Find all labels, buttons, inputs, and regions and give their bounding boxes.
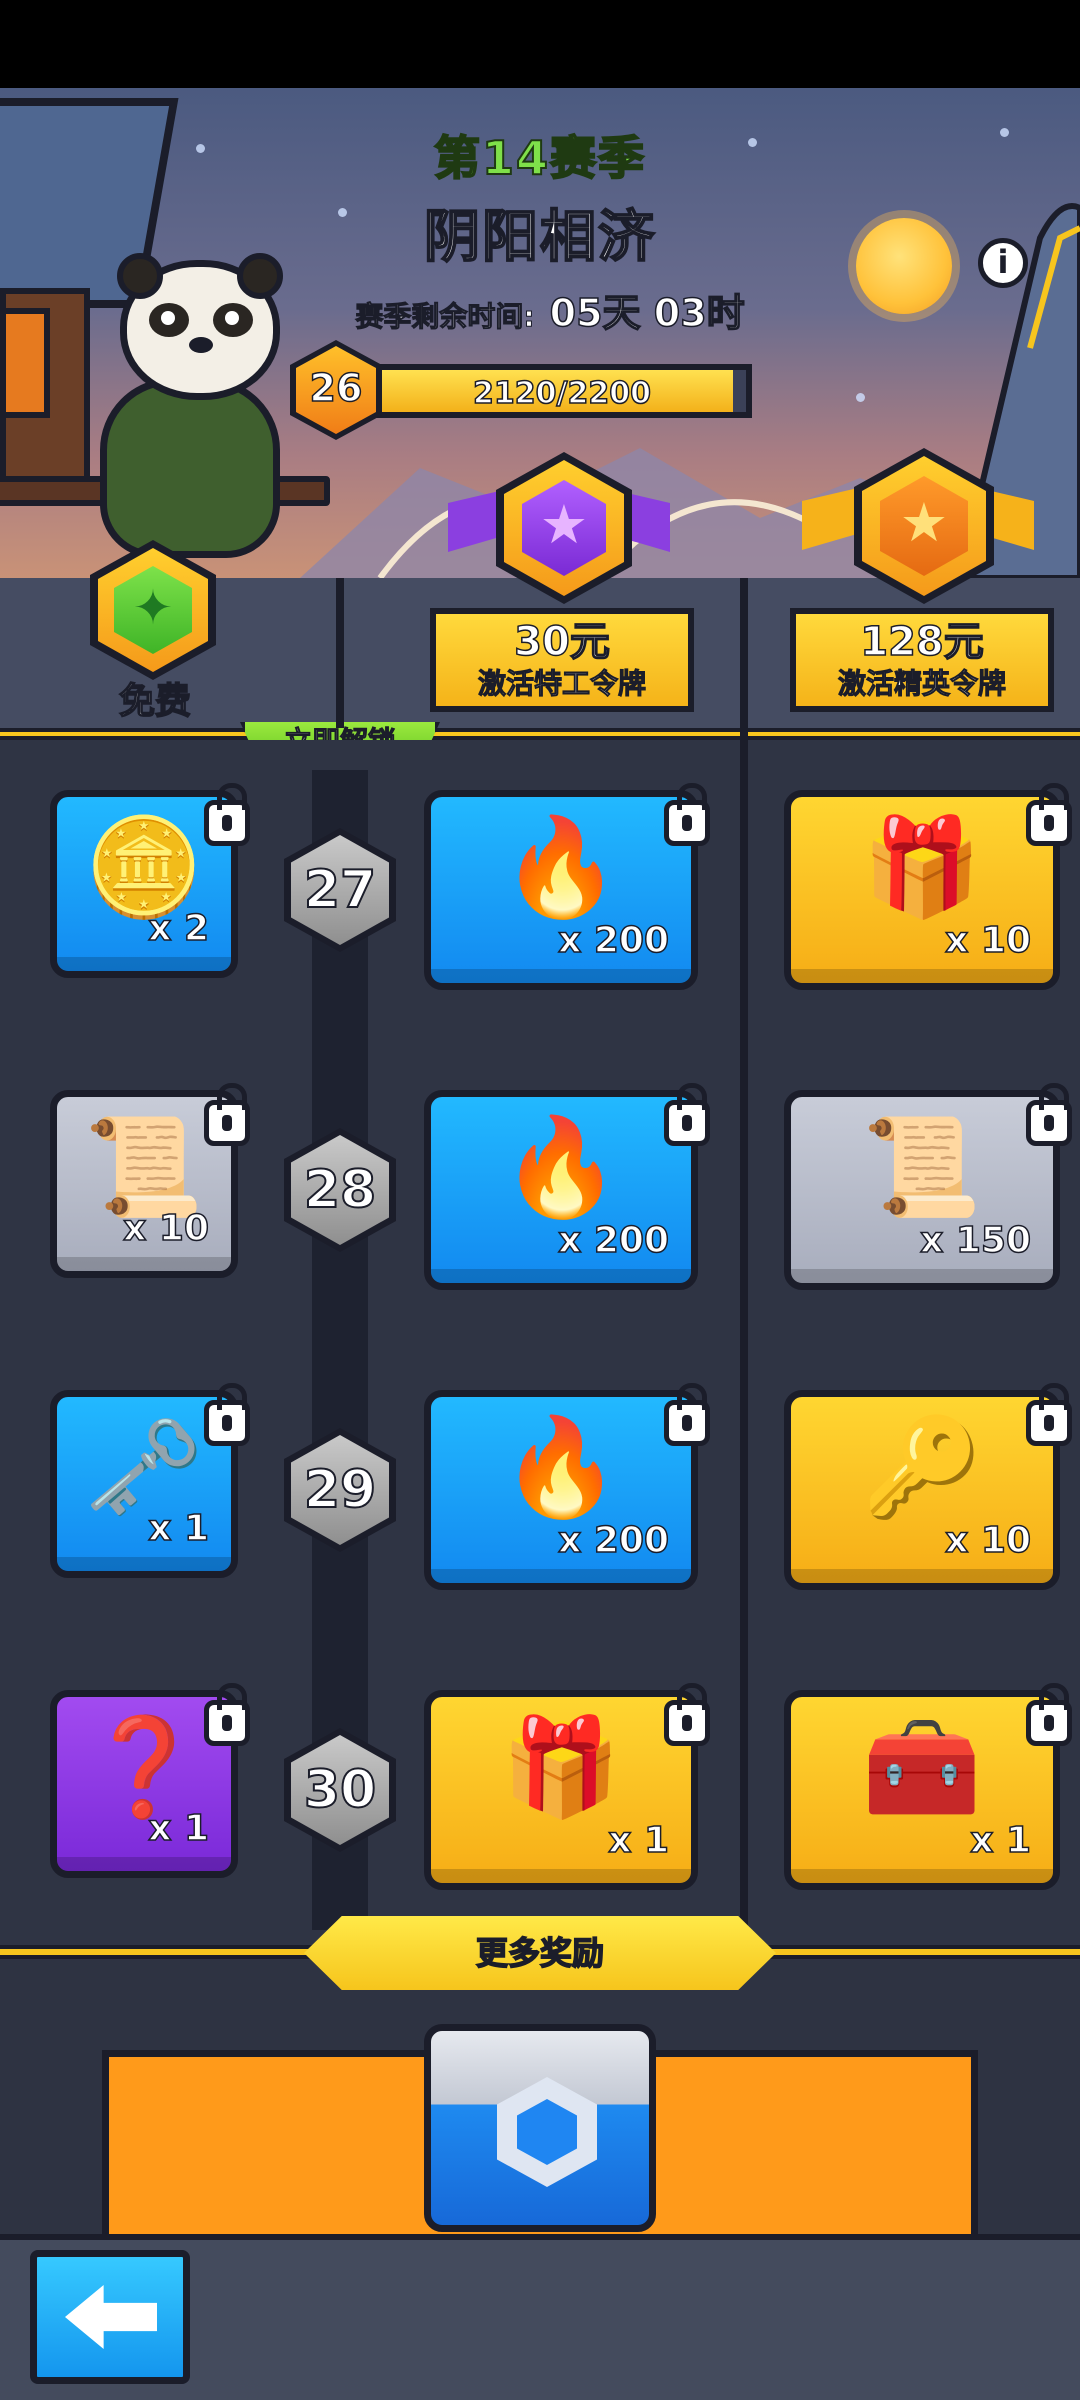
reward-quantity: x 200 — [557, 919, 669, 962]
panda-character-head — [117, 253, 283, 400]
elite-price: 128元 — [860, 618, 985, 666]
reward-quantity: x 1 — [147, 1507, 209, 1550]
column-divider — [336, 578, 344, 728]
column-divider — [740, 578, 748, 1948]
panda-eye — [213, 303, 253, 337]
more-rewards-tab[interactable]: 更多奖励 — [304, 1916, 776, 1990]
info-icon[interactable]: i — [978, 238, 1028, 288]
lock-icon — [1026, 1083, 1072, 1146]
lock-icon — [1026, 783, 1072, 846]
lock-icon — [204, 1083, 250, 1146]
lock-icon — [664, 1383, 710, 1446]
panda-nose — [189, 337, 213, 353]
level-number: 28 — [303, 1159, 377, 1221]
purple-chest-icon: 🎁 — [862, 811, 982, 923]
reward-quantity: x 10 — [944, 919, 1031, 962]
activate-elite-pass-button[interactable]: 128元 激活精英令牌 — [790, 608, 1054, 712]
elite-reward-tile[interactable]: 🎁 x 10 — [784, 790, 1060, 990]
lock-icon — [664, 783, 710, 846]
lock-icon — [204, 1383, 250, 1446]
reward-quantity: x 10 — [122, 1207, 209, 1250]
player-level: 26 — [309, 365, 363, 411]
free-tier-label: 免费 — [118, 680, 192, 723]
xp-progress-bar: 2120/2200 — [372, 364, 752, 418]
reward-quantity: x 200 — [557, 1219, 669, 1262]
tier-divider-stripe — [0, 728, 1080, 740]
elite-reward-tile[interactable]: 🧰 x 1 — [784, 1690, 1060, 1890]
reward-quantity: x 1 — [607, 1819, 669, 1862]
elite-reward-tile[interactable]: 📜 x 150 — [784, 1090, 1060, 1290]
lock-icon — [204, 783, 250, 846]
special-reward-tile[interactable]: 🔥 x 200 — [424, 790, 698, 990]
fire-essence-icon: 🔥 — [501, 811, 621, 923]
fire-essence-icon: 🔥 — [501, 1111, 621, 1223]
elite-pass-label: 激活精英令牌 — [837, 667, 1006, 701]
back-arrow-icon — [65, 2285, 157, 2349]
mystery-scroll-icon: 📜 — [862, 1111, 982, 1223]
special-reward-tile[interactable]: 🔥 x 200 — [424, 1090, 698, 1290]
panda-ear — [237, 253, 283, 299]
reward-quantity: x 1 — [969, 1819, 1031, 1862]
reward-quantity: x 2 — [147, 907, 209, 950]
lock-icon — [664, 1083, 710, 1146]
lock-icon — [1026, 1383, 1072, 1446]
reward-quantity: x 10 — [944, 1519, 1031, 1562]
reward-quantity: x 150 — [919, 1219, 1031, 1262]
timer-value: 05天 03时 — [549, 290, 746, 336]
season-number: 第14赛季 — [433, 130, 646, 186]
lock-icon — [1026, 1683, 1072, 1746]
more-rewards-label: 更多奖励 — [475, 1933, 605, 1973]
house-door — [0, 308, 50, 418]
reward-quantity: x 200 — [557, 1519, 669, 1562]
lock-icon — [664, 1683, 710, 1746]
activate-special-pass-button[interactable]: 30元 激活特工令牌 — [430, 608, 694, 712]
reward-quantity: x 1 — [147, 1807, 209, 1850]
special-reward-tile[interactable]: 🎁 x 1 — [424, 1690, 698, 1890]
xp-progress-text: 2120/2200 — [472, 375, 651, 412]
lock-icon — [204, 1683, 250, 1746]
blue-reward-chest[interactable] — [424, 2024, 656, 2232]
fire-essence-icon: 🔥 — [501, 1411, 621, 1523]
panda-eye — [149, 303, 189, 337]
back-button[interactable] — [30, 2250, 190, 2384]
level-number: 27 — [303, 859, 377, 921]
timer-label: 赛季剩余时间: — [355, 300, 535, 334]
player-level-badge: 26 — [290, 340, 382, 440]
special-price: 30元 — [513, 618, 610, 666]
level-number: 29 — [303, 1459, 377, 1521]
gold-chest-icon: 🧰 — [862, 1711, 982, 1823]
status-bar — [0, 0, 1080, 88]
panda-ear — [117, 253, 163, 299]
season-timer: 赛季剩余时间: 05天 03时 — [340, 282, 760, 337]
purple-chest-icon: 🎁 — [501, 1711, 621, 1823]
crystal-key-icon: 🔑 — [862, 1411, 982, 1523]
battle-pass-screen: i 第14赛季 阴阳相济 赛季剩余时间: 05天 03时 2120/2200 2… — [0, 0, 1080, 2400]
special-reward-tile[interactable]: 🔥 x 200 — [424, 1390, 698, 1590]
panda-character-body — [100, 378, 280, 558]
elite-reward-tile[interactable]: 🔑 x 10 — [784, 1390, 1060, 1590]
level-number: 30 — [303, 1759, 377, 1821]
special-pass-label: 激活特工令牌 — [477, 667, 646, 701]
season-name: 阴阳相济 — [423, 204, 656, 271]
